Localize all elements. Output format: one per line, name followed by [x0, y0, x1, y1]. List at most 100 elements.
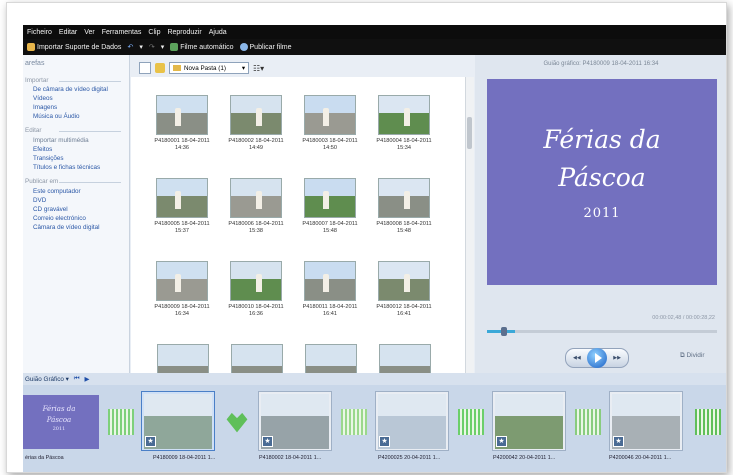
- scrollbar-thumb[interactable]: [467, 117, 472, 149]
- undo-dropdown-icon[interactable]: ▾: [139, 43, 143, 51]
- transition-slot[interactable]: [458, 409, 484, 435]
- storyboard-clip[interactable]: ★: [492, 391, 566, 451]
- view-options-icon[interactable]: ☷▾: [253, 64, 264, 73]
- clip-thumbnail: [230, 261, 282, 301]
- publish-movie-button[interactable]: Publicar filme: [239, 43, 292, 51]
- clip-item[interactable]: P4180002 18-04-2011 14:49: [223, 95, 289, 152]
- menu-play[interactable]: Reproduzir: [167, 29, 201, 36]
- effect-star-icon[interactable]: ★: [613, 436, 624, 447]
- clip-name: P4180006 18-04-2011: [228, 221, 284, 227]
- clip-item[interactable]: P4180008 18-04-2011 15:48: [371, 178, 437, 235]
- task-import-camera[interactable]: De câmara de vídeo digital: [33, 86, 108, 93]
- folder-icon: [173, 65, 181, 71]
- tasks-pane: arefas Importar De câmara de vídeo digit…: [23, 55, 130, 385]
- preview-monitor: Guião gráfico: P4180009 18-04-2011 16:34…: [475, 55, 726, 385]
- clip-thumbnail: [378, 261, 430, 301]
- clip-item[interactable]: P4180011 18-04-2011 16:41: [297, 261, 363, 318]
- task-import-media[interactable]: Importar multimédia: [33, 137, 89, 144]
- clip-time: 14:36: [175, 145, 189, 151]
- preview-title-line1: Férias da: [543, 125, 661, 154]
- transition-slot[interactable]: [341, 409, 367, 435]
- clip-item[interactable]: P4180010 18-04-2011 16:36: [223, 261, 289, 318]
- storyboard-clip[interactable]: ★: [609, 391, 683, 451]
- person-figure: [323, 108, 329, 126]
- menu-tools[interactable]: Ferramentas: [102, 29, 142, 36]
- clip-name: P4180005 18-04-2011: [154, 221, 210, 227]
- storyboard-label: P4200046 20-04-2011 1...: [609, 455, 672, 461]
- transition-slot[interactable]: [108, 409, 134, 435]
- clip-time: 15:37: [175, 228, 189, 234]
- transition-slot[interactable]: [226, 412, 248, 433]
- menu-edit[interactable]: Editar: [59, 29, 77, 36]
- title-tile-line2: Páscoa: [46, 416, 72, 424]
- clip-item[interactable]: P4180012 18-04-2011 16:41: [371, 261, 437, 318]
- seek-bar[interactable]: [487, 330, 717, 333]
- menu-file[interactable]: Ficheiro: [27, 29, 52, 36]
- effect-star-icon[interactable]: ★: [145, 436, 156, 447]
- transition-slot[interactable]: [695, 409, 721, 435]
- tasks-pane-toggle-button[interactable]: [139, 62, 151, 74]
- task-publish-camera[interactable]: Câmara de vídeo digital: [33, 224, 100, 231]
- storyboard-view-select[interactable]: Guião Gráfico ▾: [25, 376, 69, 383]
- storyboard-clip[interactable]: ★: [375, 391, 449, 451]
- import-media-button[interactable]: Importar Suporte de Dados: [27, 43, 121, 51]
- collection-scrollbar[interactable]: [465, 77, 474, 385]
- storyboard: Férias da Páscoa 2011 ★ ★ ★ ★ ★ érias da Pásc…: [23, 385, 726, 472]
- task-publish-dvd[interactable]: DVD: [33, 197, 46, 204]
- auto-movie-button[interactable]: Filme automático: [170, 43, 234, 51]
- task-publish-cd[interactable]: CD gravável: [33, 206, 68, 213]
- task-effects[interactable]: Efeitos: [33, 146, 52, 153]
- undo-button[interactable]: ↶: [127, 43, 133, 51]
- task-publish-email[interactable]: Correio electrónico: [33, 215, 86, 222]
- clip-time: 14:50: [323, 145, 337, 151]
- collections-icon[interactable]: [155, 63, 165, 73]
- play-storyboard-icon[interactable]: ▶: [84, 376, 89, 383]
- effect-star-icon[interactable]: ★: [379, 436, 390, 447]
- clip-item[interactable]: P4180003 18-04-2011 14:50: [297, 95, 363, 152]
- auto-movie-icon: [170, 43, 179, 51]
- clip-thumbnail: [230, 178, 282, 218]
- task-import-images[interactable]: Imagens: [33, 104, 57, 111]
- redo-dropdown-icon[interactable]: ▾: [161, 43, 165, 51]
- task-publish-computer[interactable]: Este computador: [33, 188, 81, 195]
- publish-movie-label: Publicar filme: [249, 43, 292, 51]
- storyboard-title-clip[interactable]: Férias da Páscoa 2011: [23, 395, 99, 449]
- clip-item[interactable]: P4180005 18-04-2011 15:37: [149, 178, 215, 235]
- import-icon: [27, 43, 35, 51]
- previous-frame-button[interactable]: ◀◀: [573, 355, 581, 361]
- clip-thumbnail: [230, 95, 282, 135]
- clip-item[interactable]: P4180006 18-04-2011 15:38: [223, 178, 289, 235]
- clip-item[interactable]: P4180009 18-04-2011 16:34: [149, 261, 215, 318]
- publish-icon: [239, 43, 248, 51]
- task-import-audio[interactable]: Música ou Áudio: [33, 113, 80, 120]
- title-tile-line1: Férias da: [42, 405, 76, 413]
- task-titles-credits[interactable]: Títulos e fichas técnicas: [33, 164, 100, 171]
- seek-handle[interactable]: [501, 327, 507, 336]
- clip-item[interactable]: P4180001 18-04-2011 14:36: [149, 95, 215, 152]
- menu-clip[interactable]: Clip: [148, 29, 160, 36]
- clip-time: 16:34: [175, 311, 189, 317]
- clip-thumbnail: [304, 95, 356, 135]
- task-transitions[interactable]: Transições: [33, 155, 64, 162]
- redo-button[interactable]: ↷: [149, 43, 155, 51]
- storyboard-clip[interactable]: ★: [141, 391, 215, 451]
- play-button[interactable]: [587, 348, 607, 368]
- clip-item[interactable]: P4180007 18-04-2011 15:48: [297, 178, 363, 235]
- effect-star-icon[interactable]: ★: [496, 436, 507, 447]
- preview-title: Guião gráfico: P4180009 18-04-2011 16:34: [543, 61, 659, 67]
- clip-item[interactable]: P4180004 18-04-2011 15:34: [371, 95, 437, 152]
- effect-star-icon[interactable]: ★: [262, 436, 273, 447]
- transition-slot[interactable]: [575, 409, 601, 435]
- menu-help[interactable]: Ajuda: [209, 29, 227, 36]
- folder-select[interactable]: Nova Pasta (1) ▾: [169, 62, 249, 74]
- next-frame-button[interactable]: ▶▶: [613, 355, 621, 361]
- person-figure: [256, 108, 262, 126]
- clip-name: P4180012 18-04-2011: [376, 304, 432, 310]
- rewind-storyboard-icon[interactable]: ⏮: [74, 375, 80, 383]
- folder-select-value: Nova Pasta (1): [184, 64, 226, 72]
- storyboard-clip[interactable]: ★: [258, 391, 332, 451]
- task-import-videos[interactable]: Vídeos: [33, 95, 53, 102]
- preview-title-line3: 2011: [583, 206, 621, 221]
- split-button[interactable]: ⧉ Dividir: [680, 352, 705, 360]
- menu-view[interactable]: Ver: [84, 29, 95, 36]
